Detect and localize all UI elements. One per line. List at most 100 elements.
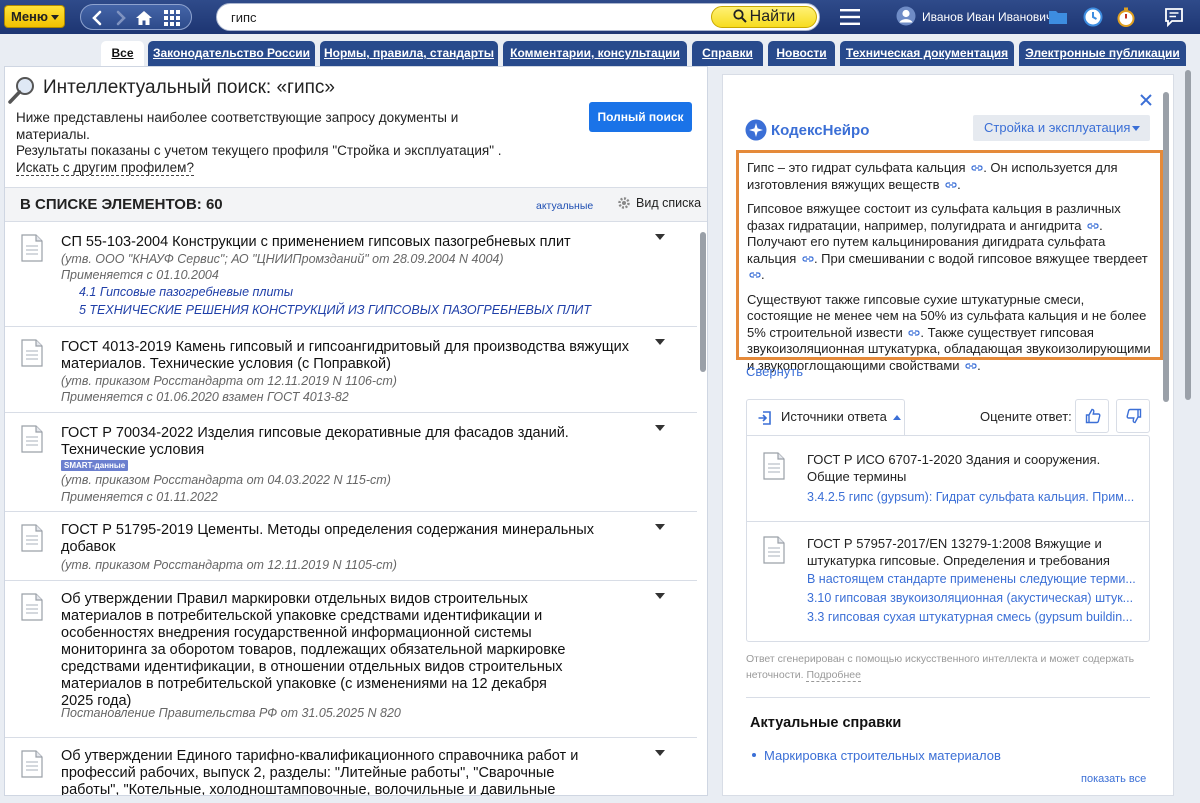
chevron-down-icon[interactable]	[655, 750, 665, 756]
actual-filter-link[interactable]: актуальные	[536, 200, 593, 212]
view-list-button[interactable]: Вид списка	[617, 196, 701, 210]
more-details-link[interactable]: Подробнее	[806, 669, 861, 682]
gear-icon	[618, 197, 630, 209]
document-status: Применяется с 01.10.2004	[61, 268, 219, 282]
profile-select[interactable]: Стройка и эксплуатация	[973, 115, 1150, 141]
thumbs-down-button[interactable]	[1116, 399, 1150, 433]
find-button[interactable]: Найти	[711, 6, 817, 28]
full-search-button[interactable]: Полный поиск	[589, 102, 692, 132]
tab-news[interactable]: Новости	[768, 41, 835, 66]
ai-answer-panel: КодексНейро Стройка и эксплуатация Гипс …	[722, 74, 1174, 796]
chevron-up-icon	[892, 415, 901, 420]
document-title[interactable]: Об утверждении Единого тарифно-квалифика…	[61, 748, 581, 795]
tab-electronic-publications[interactable]: Электронные публикации	[1019, 41, 1186, 66]
magnifier-icon	[8, 77, 34, 104]
show-all-link[interactable]: показать все	[1081, 773, 1146, 785]
change-profile-link[interactable]: Искать с другим профилем?	[16, 159, 194, 176]
clock-history-icon[interactable]	[1082, 6, 1104, 28]
grid-apps-icon[interactable]	[163, 9, 181, 27]
thumbs-up-button[interactable]	[1075, 399, 1109, 433]
list-item[interactable]: СП 55-103-2004 Конструкции с применением…	[5, 222, 697, 327]
section-title: Актуальные справки	[750, 715, 902, 731]
menu-button[interactable]: Меню	[4, 5, 65, 28]
view-list-label: Вид списка	[636, 196, 702, 210]
source-link-icon[interactable]	[945, 180, 957, 190]
source-link-icon[interactable]	[965, 361, 977, 371]
folder-icon[interactable]	[1047, 6, 1069, 28]
answer-paragraph: Гипсовое вяжущее состоит из сульфата кал…	[747, 201, 1152, 284]
source-link-icon[interactable]	[1087, 221, 1099, 231]
feedback-message-icon[interactable]	[1163, 6, 1185, 28]
intro-line: Результаты показаны с учетом текущего пр…	[16, 143, 502, 158]
source-fragment-link[interactable]: 3.10 гипсовая звукоизоляционная (акустич…	[807, 591, 1139, 605]
user-avatar-icon[interactable]	[896, 6, 916, 26]
page-title: Интеллектуальный поиск: «гипс»	[43, 77, 335, 98]
source-title[interactable]: ГОСТ Р ИСО 6707-1-2020 Здания и сооружен…	[807, 452, 1142, 485]
forward-arrow-icon[interactable]	[111, 9, 129, 27]
sources-toggle[interactable]: Источники ответа	[746, 399, 905, 435]
stopwatch-icon[interactable]	[1115, 6, 1137, 28]
tab-references[interactable]: Справки	[692, 41, 763, 66]
list-item[interactable]: ГОСТ 4013-2019 Камень гипсовый и гипсоан…	[5, 327, 697, 413]
source-link-icon[interactable]	[749, 270, 761, 280]
list-item[interactable]: ГОСТ Р 70034-2022 Изделия гипсовые декор…	[5, 413, 697, 512]
list-item[interactable]: ГОСТ Р 51795-2019 Цементы. Методы опреде…	[5, 512, 697, 581]
reference-link[interactable]: Маркировка строительных материалов	[764, 748, 1001, 763]
chevron-down-icon[interactable]	[655, 524, 665, 530]
source-link-icon[interactable]	[971, 163, 983, 173]
window-scrollbar-thumb[interactable]	[1185, 70, 1191, 400]
hamburger-menu-icon[interactable]	[840, 8, 860, 26]
search-input[interactable]	[231, 8, 711, 27]
category-tabs: Все Законодательство России Нормы, прави…	[0, 34, 1200, 66]
chevron-down-icon[interactable]	[655, 425, 665, 431]
top-bar: Меню Найти Иванов Иван Иванович	[0, 0, 1200, 34]
source-fragment-link[interactable]: 3.4.2.5 гипс (gypsum): Гидрат сульфата к…	[807, 490, 1139, 504]
document-title[interactable]: ГОСТ 4013-2019 Камень гипсовый и гипсоан…	[61, 339, 631, 373]
source-fragment-link[interactable]: В настоящем стандарте применены следующи…	[807, 572, 1139, 586]
tab-legislation[interactable]: Законодательство России	[148, 41, 315, 66]
tab-norms-standards[interactable]: Нормы, правила, стандарты	[320, 41, 498, 66]
home-icon[interactable]	[135, 9, 153, 27]
document-title[interactable]: Об утверждении Правил маркировки отдельн…	[61, 591, 581, 710]
scrollbar-thumb[interactable]	[1163, 92, 1169, 402]
source-link-icon[interactable]	[908, 328, 920, 338]
ai-answer-text: Гипс – это гидрат сульфата кальция . Он …	[736, 150, 1163, 373]
user-name[interactable]: Иванов Иван Иванович	[922, 10, 1052, 24]
document-title[interactable]: ГОСТ Р 70034-2022 Изделия гипсовые декор…	[61, 425, 631, 459]
results-scrollbar[interactable]	[699, 222, 707, 792]
answer-paragraph: Существуют также гипсовые сухие штукатур…	[747, 292, 1152, 375]
sources-list: ГОСТ Р ИСО 6707-1-2020 Здания и сооружен…	[746, 435, 1150, 642]
brand-name: КодексНейро	[771, 122, 870, 139]
chevron-down-icon[interactable]	[655, 593, 665, 599]
answer-scrollbar[interactable]	[1162, 74, 1170, 796]
search-box: Найти	[216, 3, 820, 31]
chevron-down-icon[interactable]	[655, 234, 665, 240]
document-section-link[interactable]: 4.1 Гипсовые пазогребневые плиты	[79, 285, 679, 299]
document-section-link[interactable]: 5 ТЕХНИЧЕСКИЕ РЕШЕНИЯ КОНСТРУКЦИЙ ИЗ ГИП…	[79, 303, 679, 317]
chevron-down-icon[interactable]	[655, 339, 665, 345]
list-item[interactable]: Об утверждении Правил маркировки отдельн…	[5, 581, 697, 738]
answer-text: Гипс – это гидрат сульфата кальция . Он …	[747, 160, 1118, 192]
list-item[interactable]: Об утверждении Единого тарифно-квалифика…	[5, 738, 697, 795]
document-title[interactable]: ГОСТ Р 51795-2019 Цементы. Методы опреде…	[61, 522, 631, 556]
source-title[interactable]: ГОСТ Р 57957-2017/EN 13279-1:2008 Вяжущи…	[807, 536, 1142, 569]
document-title[interactable]: СП 55-103-2004 Конструкции с применением…	[61, 234, 631, 251]
tab-all[interactable]: Все	[101, 41, 144, 66]
document-status: Применяется с 01.11.2022	[61, 490, 218, 504]
back-arrow-icon[interactable]	[89, 9, 107, 27]
search-icon	[733, 9, 747, 23]
kodeks-neuro-logo-icon	[745, 119, 767, 141]
intro-line: Ниже представлены наиболее соответствующ…	[16, 110, 459, 142]
source-link-icon[interactable]	[802, 254, 814, 264]
tab-technical-docs[interactable]: Техническая документация	[840, 41, 1014, 66]
search-results-panel: Интеллектуальный поиск: «гипс» Ниже пред…	[4, 66, 708, 796]
menu-button-label: Меню	[11, 9, 49, 24]
document-approval: (утв. приказом Росстандарта от 04.03.202…	[61, 473, 391, 487]
tab-comments[interactable]: Комментарии, консультации	[503, 41, 687, 66]
chevron-down-icon	[51, 15, 59, 20]
scrollbar-thumb[interactable]	[700, 232, 706, 372]
collapse-link[interactable]: Свернуть	[746, 364, 803, 379]
document-approval: (утв. приказом Росстандарта от 12.11.201…	[61, 558, 397, 572]
source-fragment-link[interactable]: 3.3 гипсовая сухая штукатурная смесь (gy…	[807, 610, 1139, 624]
close-icon[interactable]	[1139, 93, 1153, 107]
